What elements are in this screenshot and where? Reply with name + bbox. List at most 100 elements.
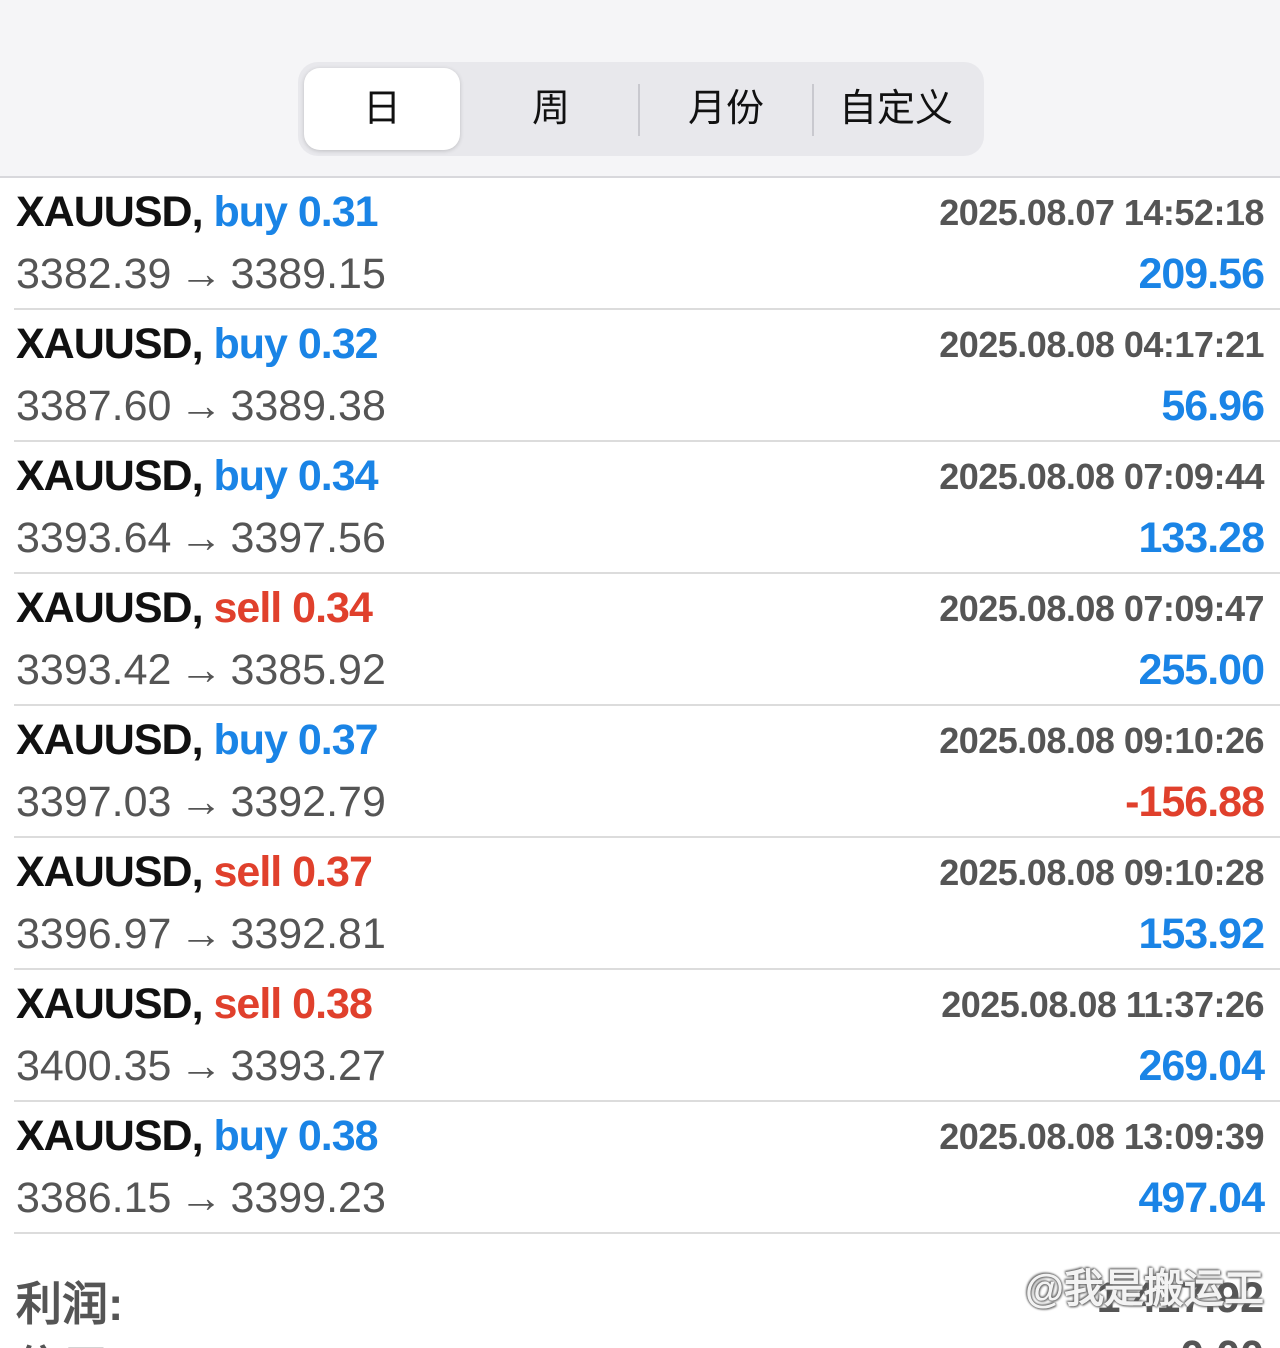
trade-volume: 0.34 (292, 584, 373, 632)
trade-prices: 3393.42 → 3385.92 (16, 646, 386, 695)
trade-profit: 255.00 (1138, 646, 1265, 694)
trade-profit: -156.88 (1125, 778, 1265, 826)
close-price: 3392.81 (230, 910, 386, 958)
trade-side: sell (213, 584, 282, 632)
arrow-right-icon: → (179, 250, 223, 298)
trade-row[interactable]: XAUUSD, buy 0.34 3393.64 → 3397.56 2025.08.0… (0, 442, 1280, 574)
trade-profit: 153.92 (1138, 910, 1265, 958)
trade-prices: 3387.60 → 3389.38 (16, 382, 386, 431)
trade-time: 2025.08.08 09:10:26 (939, 720, 1264, 761)
period-filter-bar: 日 周 月份 自定义 (0, 0, 1280, 178)
trade-volume: 0.37 (297, 716, 379, 764)
trade-row[interactable]: XAUUSD, buy 0.32 3387.60 → 3389.38 2025.08.0… (0, 310, 1280, 442)
trade-symbol: XAUUSD, (16, 584, 204, 632)
trade-profit: 56.96 (1161, 382, 1265, 430)
trade-time: 2025.08.08 07:09:44 (939, 456, 1264, 497)
tab-week[interactable]: 周 (468, 68, 634, 150)
trade-side: buy (213, 716, 287, 764)
arrow-right-icon: → (179, 1042, 223, 1090)
trade-symbol-line: XAUUSD, buy 0.34 (16, 452, 379, 501)
trade-volume: 0.38 (292, 980, 373, 1028)
trade-volume: 0.37 (292, 848, 373, 896)
trade-symbol-line: XAUUSD, sell 0.34 (16, 584, 373, 633)
trade-volume: 0.38 (297, 1112, 379, 1160)
watermark: @我是搬运工 (1024, 1267, 1264, 1311)
trade-time: 2025.08.08 13:09:39 (939, 1116, 1264, 1157)
trade-time: 2025.08.08 11:37:26 (941, 984, 1264, 1025)
trade-symbol-line: XAUUSD, sell 0.37 (16, 848, 373, 897)
trade-side: sell (213, 980, 282, 1028)
trade-prices: 3396.97 → 3392.81 (16, 910, 386, 959)
trade-symbol-line: XAUUSD, buy 0.37 (16, 716, 379, 765)
tab-month[interactable]: 月份 (642, 68, 810, 150)
credit-value: 0.00 (1180, 1332, 1264, 1348)
credit-label: 信用: (16, 1332, 123, 1348)
close-price: 3399.23 (230, 1174, 386, 1222)
trade-prices: 3400.35 → 3393.27 (16, 1042, 386, 1091)
close-price: 3392.79 (230, 778, 386, 826)
close-price: 3385.92 (230, 646, 386, 694)
trade-side: buy (213, 452, 287, 500)
trade-symbol: XAUUSD, (16, 452, 204, 500)
trade-profit: 133.28 (1138, 514, 1265, 562)
trade-profit: 269.04 (1138, 1042, 1265, 1090)
open-price: 3387.60 (16, 382, 172, 430)
open-price: 3393.42 (16, 646, 172, 694)
arrow-right-icon: → (179, 910, 223, 958)
trade-row[interactable]: XAUUSD, buy 0.38 3386.15 → 3399.23 2025.08.0… (0, 1102, 1280, 1234)
trade-prices: 3393.64 → 3397.56 (16, 514, 386, 563)
arrow-right-icon: → (179, 1174, 223, 1222)
open-price: 3397.03 (16, 778, 172, 826)
trade-symbol-line: XAUUSD, buy 0.31 (16, 188, 379, 237)
trade-prices: 3382.39 → 3389.15 (16, 250, 386, 299)
trade-symbol-line: XAUUSD, sell 0.38 (16, 980, 373, 1029)
arrow-right-icon: → (179, 778, 223, 826)
trade-side: buy (213, 188, 287, 236)
trade-volume: 0.32 (297, 320, 379, 368)
trade-side: buy (213, 320, 287, 368)
close-price: 3397.56 (230, 514, 386, 562)
trade-time: 2025.08.08 09:10:28 (939, 852, 1264, 893)
tab-divider (638, 84, 640, 136)
close-price: 3393.27 (230, 1042, 386, 1090)
close-price: 3389.15 (230, 250, 386, 298)
trade-row[interactable]: XAUUSD, sell 0.37 3396.97 → 3392.81 2025.08.… (0, 838, 1280, 970)
tab-day[interactable]: 日 (304, 68, 460, 150)
open-price: 3393.64 (16, 514, 172, 562)
trade-profit: 497.04 (1138, 1174, 1265, 1222)
trade-profit: 209.56 (1138, 250, 1265, 298)
open-price: 3382.39 (16, 250, 172, 298)
trade-side: sell (213, 848, 282, 896)
trade-prices: 3386.15 → 3399.23 (16, 1174, 386, 1223)
trade-time: 2025.08.07 14:52:18 (939, 192, 1264, 233)
period-segmented-control: 日 周 月份 自定义 (298, 62, 984, 156)
trade-volume: 0.31 (297, 188, 379, 236)
trade-symbol: XAUUSD, (16, 188, 204, 236)
arrow-right-icon: → (179, 646, 223, 694)
open-price: 3396.97 (16, 910, 172, 958)
trade-row[interactable]: XAUUSD, buy 0.31 3382.39 → 3389.15 2025.08.0… (0, 178, 1280, 310)
trade-row[interactable]: XAUUSD, sell 0.38 3400.35 → 3393.27 2025.08.… (0, 970, 1280, 1102)
trade-time: 2025.08.08 04:17:21 (939, 324, 1264, 365)
trade-symbol: XAUUSD, (16, 848, 204, 896)
trade-symbol: XAUUSD, (16, 1112, 204, 1160)
trade-volume: 0.34 (297, 452, 379, 500)
trade-side: buy (213, 1112, 287, 1160)
summary-panel: 利润: 1 417.92 信用: 0.00 @我是搬运工 (0, 1248, 1280, 1348)
trade-symbol: XAUUSD, (16, 716, 204, 764)
trade-time: 2025.08.08 07:09:47 (939, 588, 1264, 629)
trade-prices: 3397.03 → 3392.79 (16, 778, 386, 827)
trade-symbol-line: XAUUSD, buy 0.38 (16, 1112, 379, 1161)
open-price: 3386.15 (16, 1174, 172, 1222)
tab-custom[interactable]: 自定义 (814, 68, 978, 150)
close-price: 3389.38 (230, 382, 386, 430)
open-price: 3400.35 (16, 1042, 172, 1090)
trade-row[interactable]: XAUUSD, sell 0.34 3393.42 → 3385.92 2025.08.… (0, 574, 1280, 706)
arrow-right-icon: → (179, 382, 223, 430)
trade-symbol: XAUUSD, (16, 980, 204, 1028)
trade-history-list: XAUUSD, buy 0.31 3382.39 → 3389.15 2025.08.0… (0, 178, 1280, 1234)
trade-symbol: XAUUSD, (16, 320, 204, 368)
arrow-right-icon: → (179, 514, 223, 562)
trade-row[interactable]: XAUUSD, buy 0.37 3397.03 → 3392.79 2025.08.0… (0, 706, 1280, 838)
trade-symbol-line: XAUUSD, buy 0.32 (16, 320, 379, 369)
